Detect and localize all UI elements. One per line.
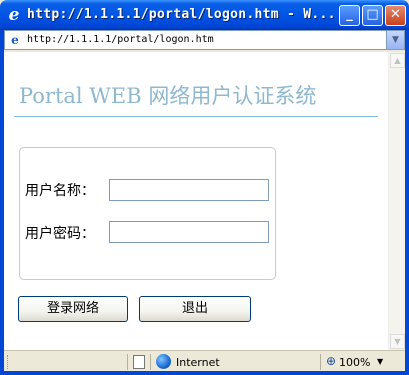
status-separator: [127, 354, 128, 370]
minimize-button[interactable]: _: [339, 5, 360, 26]
username-label: 用户名称：: [25, 183, 95, 199]
status-bar: Internet ⊕ 100% ▼: [4, 350, 405, 372]
scroll-up-arrow-icon[interactable]: ▲: [390, 53, 405, 68]
window-title: http://1.1.1.1/portal/logon.htm - W...: [27, 7, 336, 22]
page-content: Portal WEB 网络用户认证系统 用户名称： 用户密码： 登录网络 退出: [4, 52, 388, 350]
magnifier-icon[interactable]: ⊕: [326, 354, 336, 368]
status-grip: [7, 355, 10, 369]
vertical-scrollbar[interactable]: ▲ ▼: [388, 52, 405, 350]
login-form-box: 用户名称： 用户密码：: [19, 147, 276, 280]
zoom-level[interactable]: 100%: [339, 356, 370, 369]
address-url[interactable]: http://1.1.1.1/portal/logon.htm: [27, 34, 214, 45]
close-button[interactable]: ✕: [385, 5, 406, 26]
window-titlebar[interactable]: e http://1.1.1.1/portal/logon.htm - W...…: [0, 0, 409, 30]
logout-button[interactable]: 退出: [139, 296, 251, 322]
username-input[interactable]: [109, 179, 269, 201]
login-button[interactable]: 登录网络: [18, 296, 128, 322]
scroll-down-arrow-icon[interactable]: ▼: [390, 334, 405, 349]
title-divider: [14, 116, 378, 117]
page-ie-icon: e: [11, 33, 19, 47]
security-zone: Internet: [176, 356, 220, 369]
password-input[interactable]: [109, 221, 269, 243]
window-frame-bottom: [0, 371, 409, 375]
page-title: Portal WEB 网络用户认证系统: [19, 84, 317, 108]
password-label: 用户密码：: [25, 226, 95, 242]
window-frame-right: [405, 30, 409, 375]
ie-icon: e: [8, 5, 20, 25]
globe-icon: [156, 354, 171, 369]
status-separator: [320, 354, 321, 370]
maximize-button[interactable]: □: [362, 5, 383, 26]
address-dropdown-button[interactable]: ▼: [386, 31, 404, 49]
page-icon: [133, 355, 145, 369]
status-separator: [150, 354, 151, 370]
zoom-dropdown-icon[interactable]: ▼: [377, 357, 383, 366]
address-bar[interactable]: e http://1.1.1.1/portal/logon.htm ▼: [4, 30, 405, 50]
